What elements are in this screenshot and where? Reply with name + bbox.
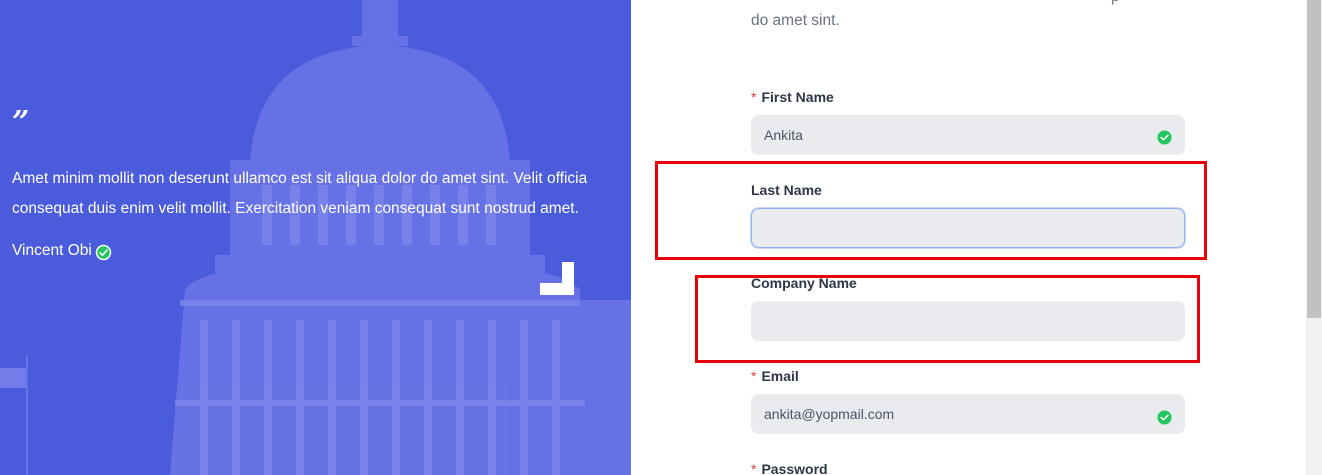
testimonial-author: Vincent Obi — [12, 241, 592, 261]
close-quote-corner-icon — [540, 262, 574, 295]
first-name-input[interactable] — [751, 115, 1185, 155]
intro-text-fragment: p — [1111, 0, 1120, 6]
author-name: Vincent Obi — [12, 242, 92, 259]
valid-check-icon — [1157, 130, 1172, 145]
scrollbar-thumb[interactable] — [1307, 0, 1321, 318]
email-label: * Email — [751, 368, 799, 384]
required-mark: * — [751, 461, 757, 475]
valid-check-icon — [1157, 410, 1172, 425]
verified-check-icon — [95, 244, 112, 261]
highlight-box-last-name — [655, 161, 1207, 260]
required-mark: * — [751, 89, 757, 105]
testimonial-text: Amet minim mollit non deserunt ullamco e… — [12, 170, 588, 217]
first-name-label: * First Name — [751, 89, 834, 105]
email-input[interactable] — [751, 394, 1185, 434]
required-mark: * — [751, 368, 757, 384]
page-scrollbar[interactable] — [1306, 0, 1322, 475]
password-label: * Password — [751, 461, 828, 475]
intro-text: do amet sint. — [751, 12, 840, 29]
highlight-box-company-name — [695, 275, 1200, 363]
quote-mark-icon: ” — [12, 105, 30, 140]
testimonial: ” Amet minim mollit non deserunt ullamco… — [12, 108, 592, 261]
testimonial-panel: ” Amet minim mollit non deserunt ullamco… — [0, 0, 631, 475]
